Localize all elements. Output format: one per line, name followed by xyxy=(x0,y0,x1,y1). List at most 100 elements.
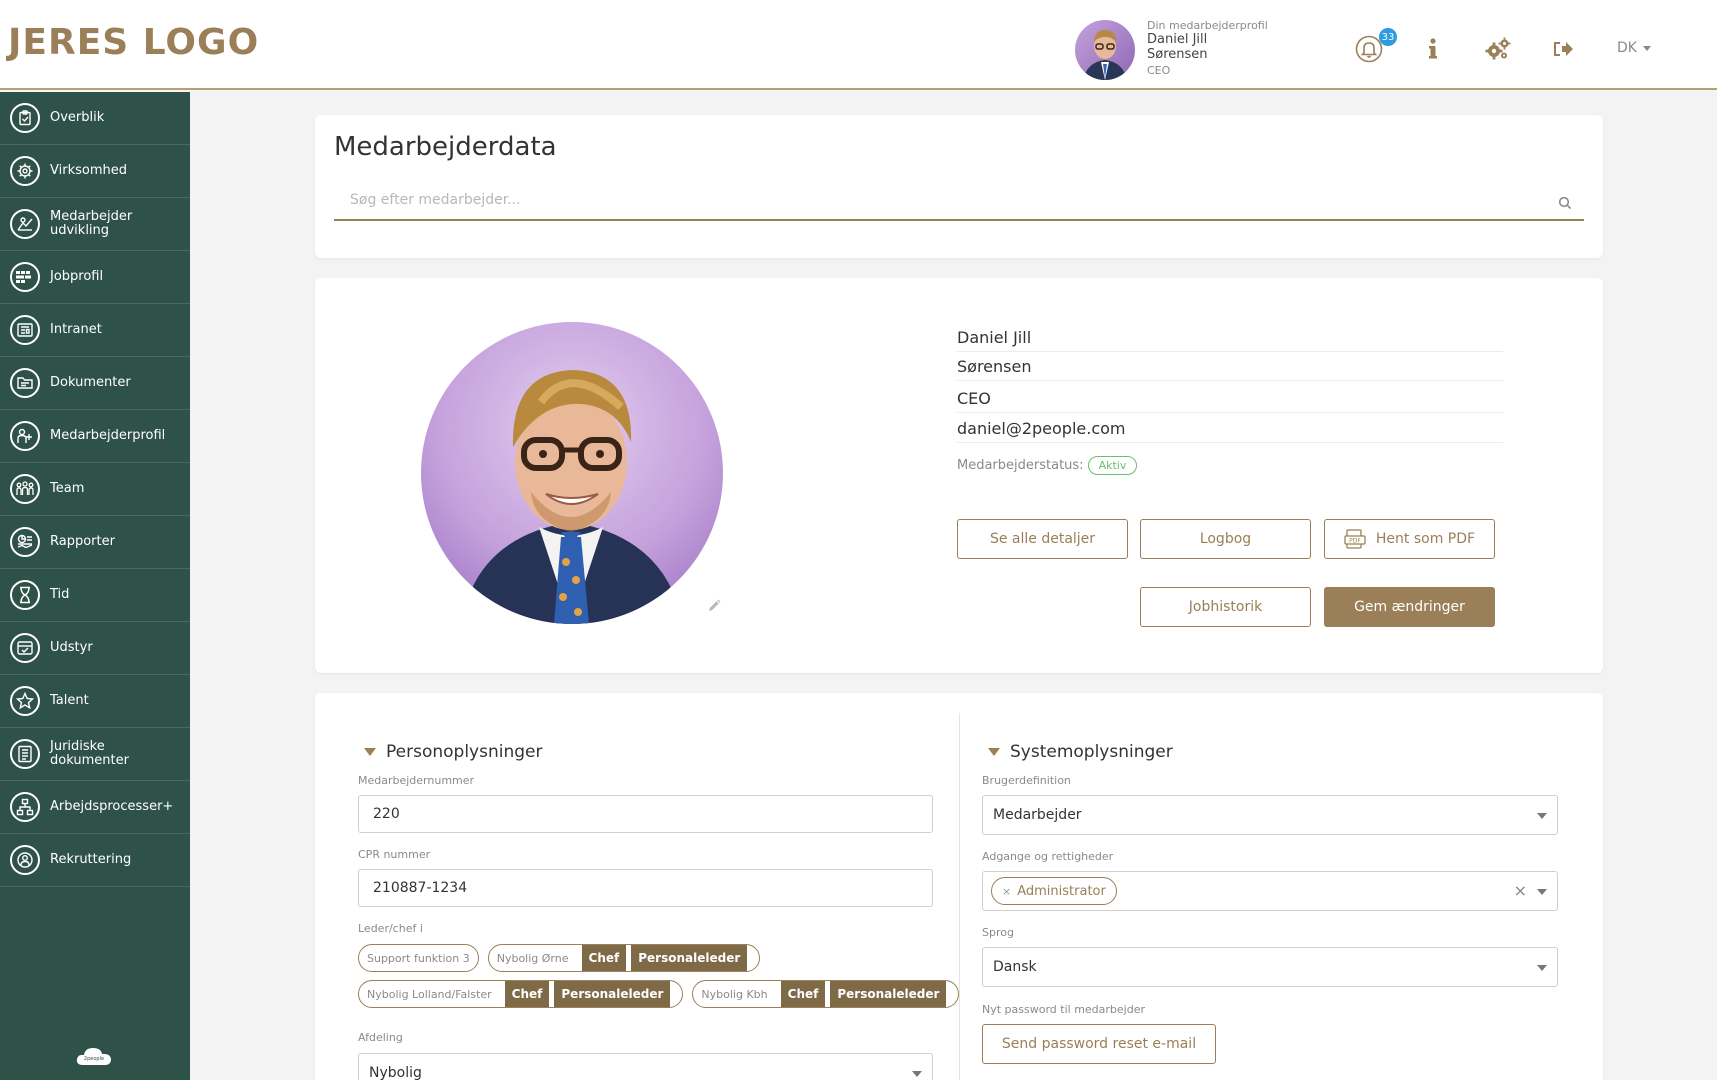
document-icon xyxy=(10,739,40,769)
sidebar-item-rekruttering[interactable]: Rekruttering xyxy=(0,834,190,887)
profile-first-name: Daniel Jill xyxy=(1147,31,1208,47)
leader-chip-name: Nybolig Lolland/Falster xyxy=(367,987,492,1001)
access-rights-select[interactable]: × Administrator × xyxy=(982,871,1558,911)
sidebar-item-jobprofil[interactable]: Jobprofil xyxy=(0,251,190,304)
access-rights-label: Adgange og rettigheder xyxy=(982,850,1114,863)
chevron-down-icon xyxy=(1642,45,1651,51)
star-icon xyxy=(10,686,40,716)
see-details-button[interactable]: Se alle detaljer xyxy=(957,519,1128,559)
logbook-button[interactable]: Logbog xyxy=(1140,519,1311,559)
leader-chip-tag: Chef xyxy=(499,981,550,1007)
chart-icon xyxy=(10,209,40,239)
hourglass-icon xyxy=(10,580,40,610)
triangle-down-icon xyxy=(364,748,376,756)
department-value: Nybolig xyxy=(369,1065,422,1080)
sidebar-item-rapporter[interactable]: Rapporter xyxy=(0,516,190,569)
access-tag[interactable]: × Administrator xyxy=(991,877,1117,905)
sidebar-item-label: Arbejdsprocesser+ xyxy=(50,799,174,815)
chevron-down-icon xyxy=(1537,813,1547,819)
folder-icon xyxy=(10,368,40,398)
employee-number-field[interactable] xyxy=(358,795,933,833)
leader-in-label: Leder/chef i xyxy=(358,922,423,935)
leader-chip-tag: Personaleleder xyxy=(549,981,671,1007)
column-divider xyxy=(959,713,960,1080)
gear-icon xyxy=(10,156,40,186)
employee-number-label: Medarbejdernummer xyxy=(358,774,475,787)
send-password-reset-button[interactable]: Send password reset e-mail xyxy=(982,1024,1216,1064)
sidebar-item-label: Intranet xyxy=(50,322,102,338)
sidebar-item-label: Juridiske dokumenter xyxy=(50,739,129,768)
profile-subtitle: Din medarbejderprofil xyxy=(1147,19,1268,32)
svg-text:2people: 2people xyxy=(84,1056,104,1062)
employee-status-row: Medarbejderstatus: Aktiv xyxy=(957,456,1138,475)
gears-icon[interactable] xyxy=(1483,34,1513,64)
system-info-section-toggle[interactable]: Systemoplysninger xyxy=(988,742,1173,762)
2people-cloud-logo: 2people xyxy=(75,1045,113,1067)
language-dropdown[interactable]: DK xyxy=(1617,40,1651,56)
sidebar-item-juridiske-dokumenter[interactable]: Juridiske dokumenter xyxy=(0,728,190,781)
sidebar-item-label: Team xyxy=(50,481,85,497)
clear-icon[interactable]: × xyxy=(1514,881,1527,900)
search-input[interactable] xyxy=(334,185,1534,215)
svg-text:PDF: PDF xyxy=(1349,538,1361,545)
user-definition-value: Medarbejder xyxy=(993,807,1082,823)
sidebar-item-udstyr[interactable]: Udstyr xyxy=(0,622,190,675)
logout-icon[interactable] xyxy=(1548,34,1578,64)
save-changes-button[interactable]: Gem ændringer xyxy=(1324,587,1495,627)
user-add-icon xyxy=(10,421,40,451)
personal-info-section-toggle[interactable]: Personoplysninger xyxy=(364,742,542,762)
chevron-down-icon xyxy=(1537,965,1547,971)
header-profile-info[interactable]: Din medarbejderprofil Daniel Jill Sørens… xyxy=(1147,19,1268,77)
employee-profile-card: Daniel Jill Sørensen CEO daniel@2people.… xyxy=(315,278,1603,673)
download-pdf-button[interactable]: PDF Hent som PDF xyxy=(1324,519,1495,559)
access-tag-label: Administrator xyxy=(1017,883,1106,899)
employee-details-card: Personoplysninger Medarbejdernummer CPR … xyxy=(315,693,1603,1080)
personal-info-title: Personoplysninger xyxy=(386,742,543,762)
search-icon[interactable] xyxy=(1558,195,1572,214)
company-logo[interactable]: JERES LOGO xyxy=(8,22,259,63)
profile-card-icon xyxy=(10,262,40,292)
leader-chip[interactable]: Nybolig Lolland/Falster Chef Personalelede… xyxy=(358,980,684,1008)
leader-chip[interactable]: Nybolig Kbh Chef Personaleleder xyxy=(692,980,960,1008)
sidebar-item-medarbejder-udvikling[interactable]: Medarbejder udvikling xyxy=(0,198,190,251)
sidebar-item-dokumenter[interactable]: Dokumenter xyxy=(0,357,190,410)
sidebar-item-team[interactable]: Team xyxy=(0,463,190,516)
user-definition-select[interactable]: Medarbejder xyxy=(982,795,1558,835)
new-password-label: Nyt password til medarbejder xyxy=(982,1003,1145,1016)
header-avatar[interactable] xyxy=(1075,20,1135,80)
leader-chip-tag: Personaleleder xyxy=(825,981,947,1007)
employee-search-card: Medarbejderdata xyxy=(315,115,1603,258)
pdf-icon: PDF xyxy=(1344,529,1366,549)
chevron-down-icon xyxy=(912,1071,922,1077)
sidebar-item-overblik[interactable]: Overblik xyxy=(0,92,190,145)
sidebar-item-virksomhed[interactable]: Virksomhed xyxy=(0,145,190,198)
sidebar-item-arbejdsprocesser[interactable]: Arbejdsprocesser+ xyxy=(0,781,190,834)
edit-photo-icon[interactable] xyxy=(707,598,721,617)
sidebar-item-label: Udstyr xyxy=(50,640,93,656)
clipboard-icon xyxy=(10,103,40,133)
user-definition-label: Brugerdefinition xyxy=(982,774,1071,787)
leader-chips-row-2: Nybolig Lolland/Falster Chef Personalelede… xyxy=(358,980,960,1008)
status-label: Medarbejderstatus: xyxy=(957,458,1084,473)
employee-title: CEO xyxy=(957,389,1503,413)
profile-role: CEO xyxy=(1147,63,1171,77)
box-icon xyxy=(10,633,40,663)
info-icon[interactable] xyxy=(1418,34,1448,64)
chevron-down-icon xyxy=(1537,889,1547,895)
language-value: Dansk xyxy=(993,959,1037,975)
job-history-button[interactable]: Jobhistorik xyxy=(1140,587,1311,627)
leader-chip[interactable]: Nybolig Ørne Chef Personaleleder xyxy=(487,944,761,972)
leader-chip-tag: Chef xyxy=(576,945,627,971)
cpr-label: CPR nummer xyxy=(358,848,431,861)
cpr-field[interactable] xyxy=(358,869,933,907)
leader-chip-name: Nybolig Kbh xyxy=(701,987,768,1001)
remove-tag-icon[interactable]: × xyxy=(1002,885,1011,898)
language-select[interactable]: Dansk xyxy=(982,947,1558,987)
sidebar-item-medarbejderprofil[interactable]: Medarbejderprofil xyxy=(0,410,190,463)
sidebar-item-talent[interactable]: Talent xyxy=(0,675,190,728)
sidebar-item-intranet[interactable]: Intranet xyxy=(0,304,190,357)
sidebar-item-tid[interactable]: Tid xyxy=(0,569,190,622)
department-select[interactable]: Nybolig xyxy=(358,1053,933,1080)
leader-chip[interactable]: Support funktion 3 xyxy=(358,944,479,972)
search-bar xyxy=(334,185,1584,221)
